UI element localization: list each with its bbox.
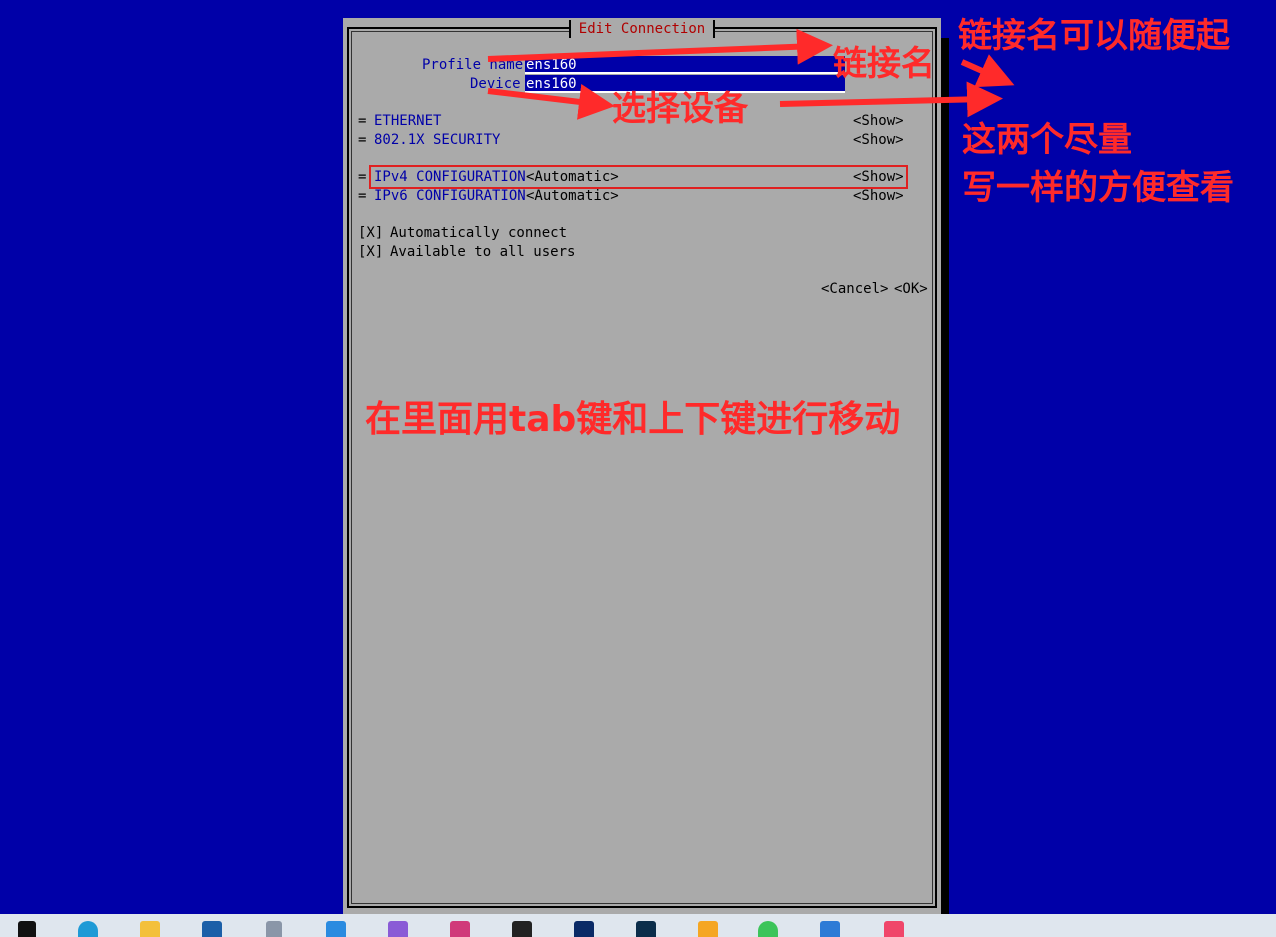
photoshop-icon[interactable] [574, 921, 594, 937]
intellij-icon[interactable] [450, 921, 470, 937]
edge-icon[interactable] [78, 921, 98, 937]
music-icon[interactable] [884, 921, 904, 937]
windows-start-icon[interactable] [18, 921, 36, 937]
lightroom-icon[interactable] [636, 921, 656, 937]
app-icon[interactable] [266, 921, 282, 937]
store-icon[interactable] [202, 921, 222, 937]
arrow-device-to-select-device [487, 83, 615, 120]
file-explorer-icon[interactable] [140, 921, 160, 937]
visual-studio-icon[interactable] [388, 921, 408, 937]
wechat-icon[interactable] [758, 921, 778, 937]
taskbar [0, 914, 1276, 937]
arrow-select-device-to-note [779, 81, 1003, 118]
terminal-icon[interactable] [512, 921, 532, 937]
app-orange-icon[interactable] [698, 921, 718, 937]
vscode-icon[interactable] [326, 921, 346, 937]
arrow-profile-to-link-name [487, 28, 833, 65]
annotation-arrows [487, 28, 1015, 120]
photos-icon[interactable] [820, 921, 840, 937]
arrow-link-name-to-note [960, 54, 1015, 88]
